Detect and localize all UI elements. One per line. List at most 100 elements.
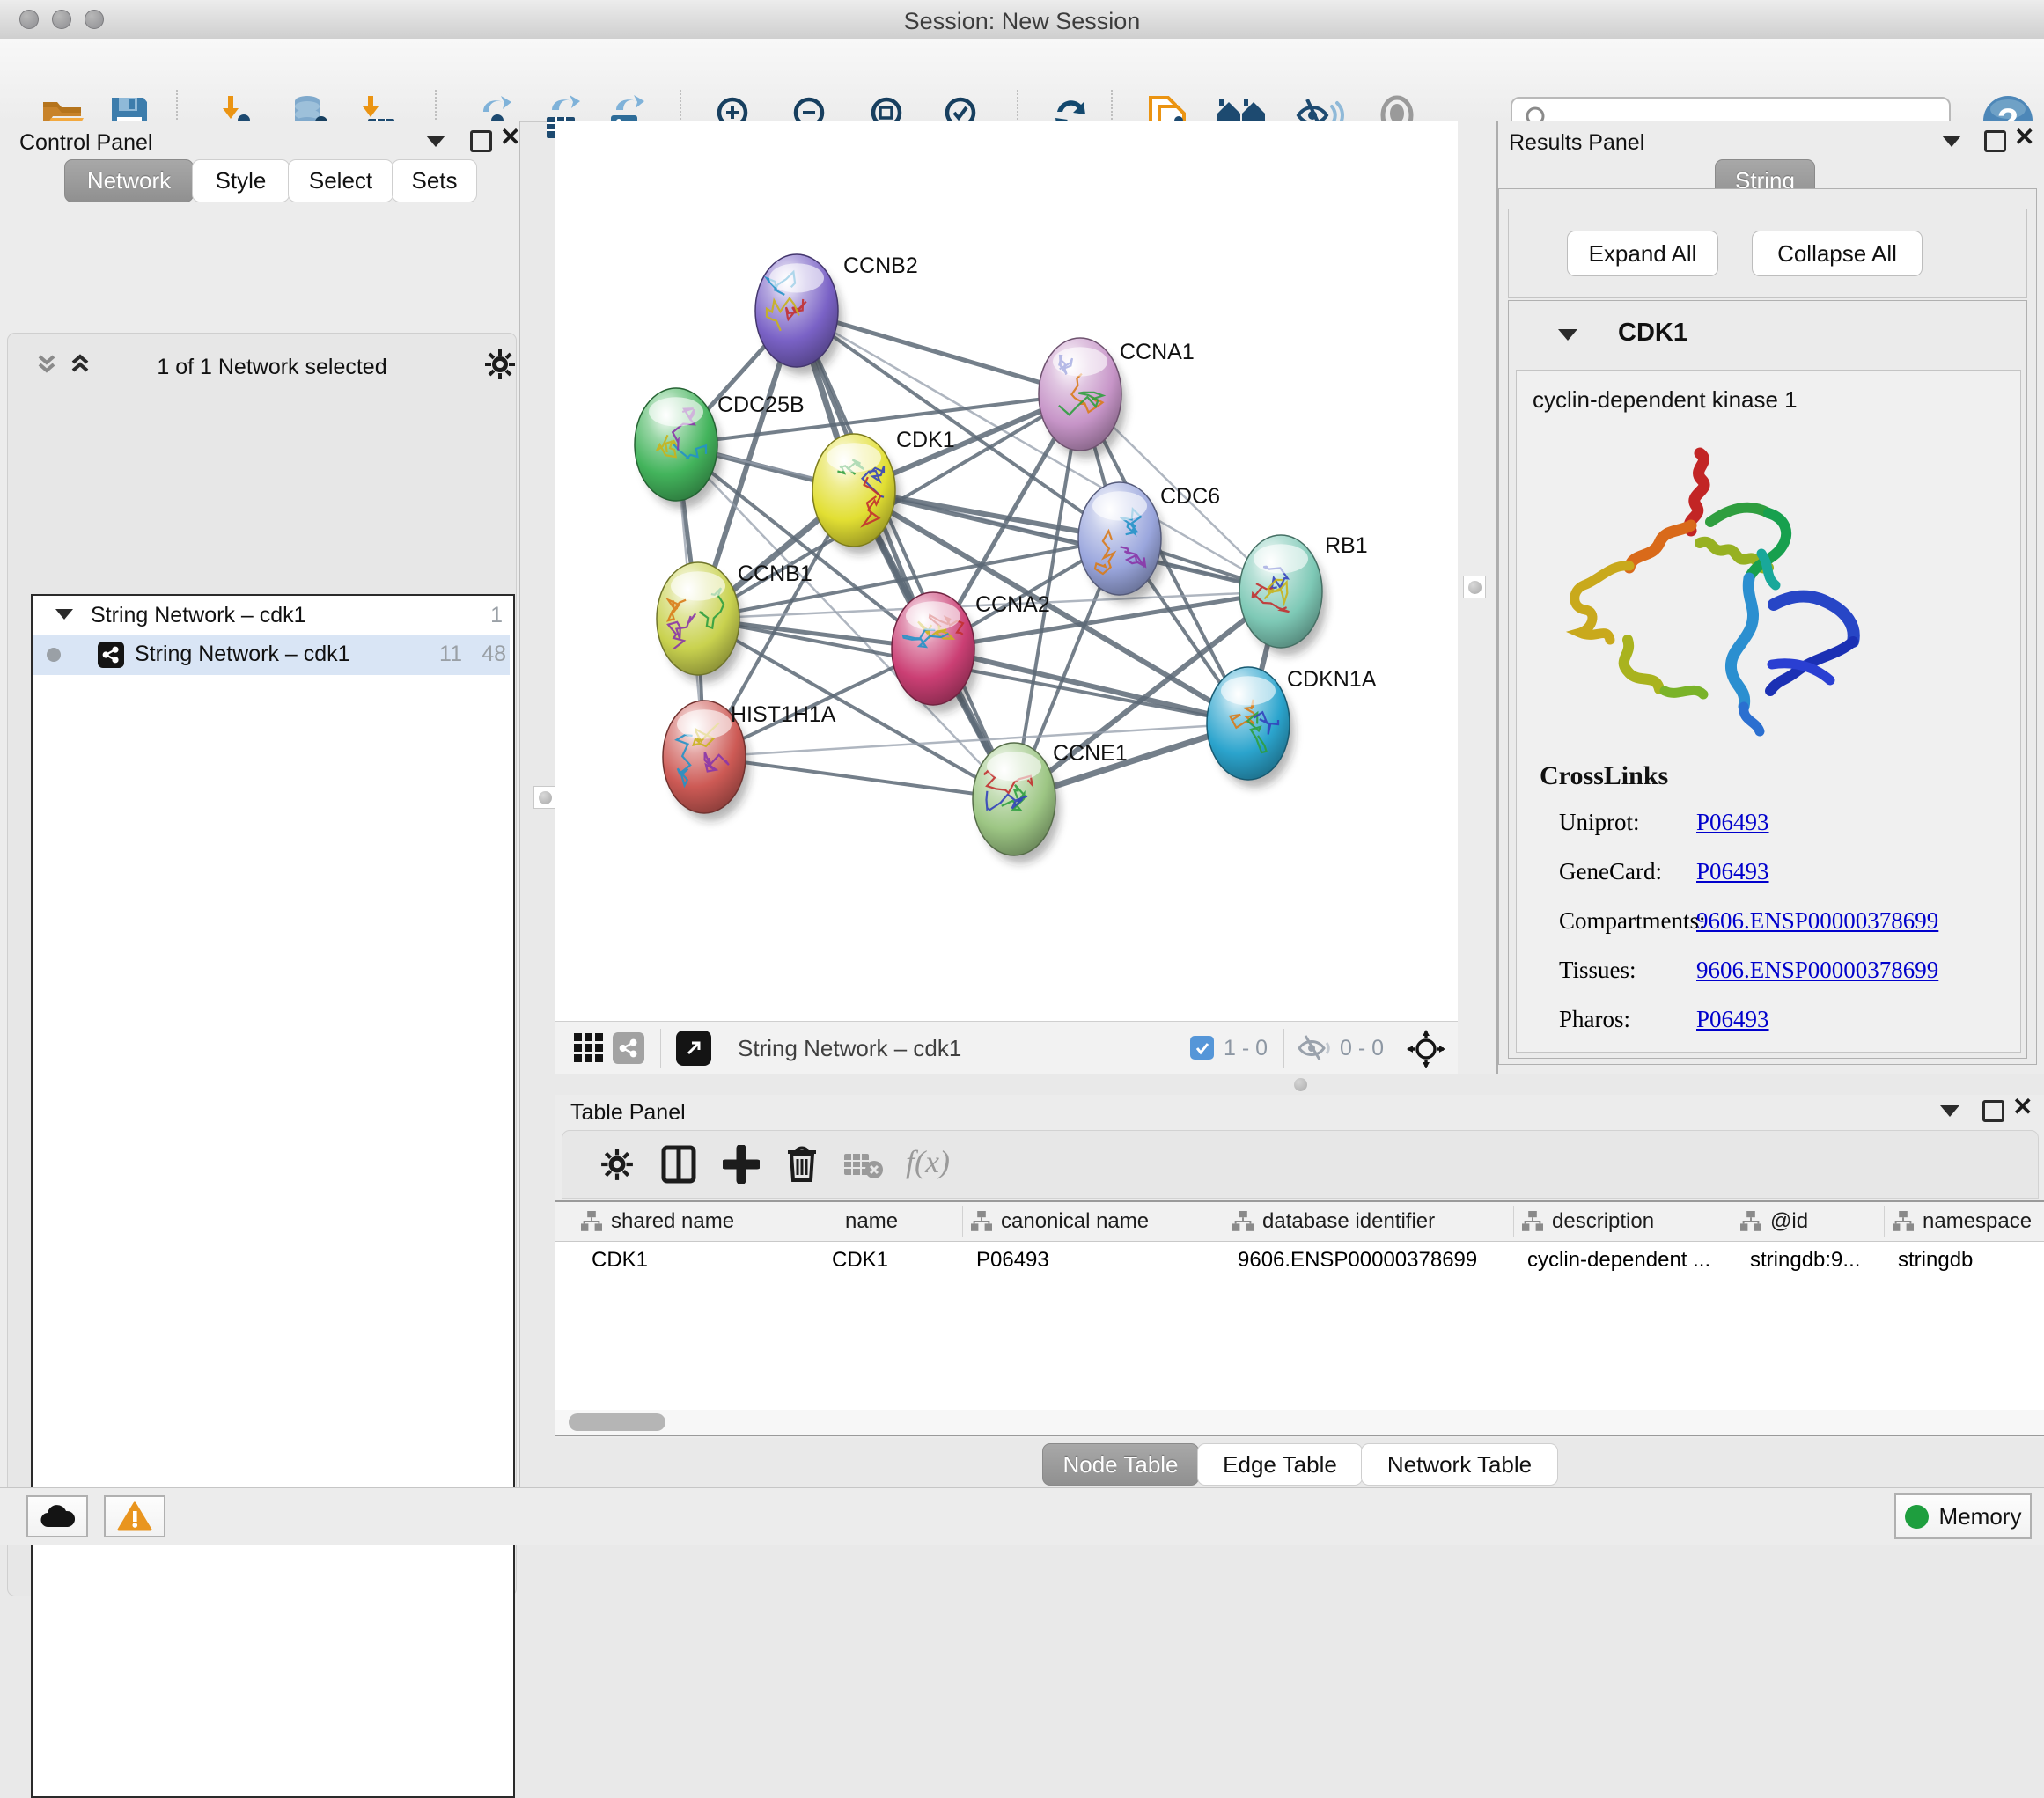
table-horizontal-scrollbar[interactable] (555, 1410, 2044, 1436)
control-panel-menu-icon[interactable] (426, 136, 445, 147)
string-network-icon (98, 642, 124, 668)
network-edge-CCNA2-CDKN1A[interactable] (933, 649, 1248, 723)
protein-detail-box: CDK1 cyclin-dependent kinase 1 (1508, 300, 2027, 1059)
table-panel-close-icon[interactable]: ✕ (2012, 1097, 2033, 1117)
expand-all-button[interactable]: Expand All (1567, 231, 1718, 276)
memory-button[interactable]: Memory (1894, 1493, 2032, 1539)
network-node-CDC6[interactable]: CDC6 (1078, 482, 1220, 603)
horizontal-splitter[interactable] (555, 1074, 2044, 1095)
apply-function-button[interactable]: f(x) (906, 1143, 950, 1180)
table-row[interactable]: CDK1 CDK1 P06493 9606.ENSP00000378699 cy… (555, 1241, 2044, 1281)
add-column-icon[interactable] (723, 1145, 760, 1188)
network-view-canvas[interactable]: CCNB2CCNA1CDC25BCDK1CDC6RB1CCNB1CCNA2CDK… (555, 121, 1458, 1021)
table-settings-gear-icon[interactable] (599, 1147, 635, 1186)
column-header[interactable]: @id (1770, 1209, 1808, 1234)
network-node-RB1[interactable]: RB1 (1239, 533, 1368, 656)
tab-network[interactable]: Network (64, 159, 194, 202)
left-splitter-handle[interactable] (533, 786, 556, 809)
network-node-HIST1H1A[interactable]: HIST1H1A (663, 701, 836, 821)
network-edge-HIST1H1A-CCNE1[interactable] (704, 757, 1014, 799)
current-network-name: String Network – cdk1 (738, 1035, 961, 1062)
tab-sets[interactable]: Sets (392, 159, 477, 202)
network-node-CDKN1A[interactable]: CDKN1A (1207, 667, 1377, 788)
crosslink-genecard-link[interactable]: P06493 (1696, 858, 1769, 885)
memory-status-dot-icon (1905, 1505, 1929, 1529)
column-header[interactable]: database identifier (1262, 1209, 1435, 1234)
vertical-splitter[interactable] (1458, 121, 1496, 1074)
column-header[interactable]: name (845, 1209, 898, 1234)
network-panel-body: 1 of 1 Network selected String Network –… (7, 333, 517, 1596)
node-label-CDC6: CDC6 (1160, 484, 1220, 509)
node-label-CDC25B: CDC25B (717, 393, 805, 417)
network-node-CCNE1[interactable]: CCNE1 (973, 741, 1128, 863)
scrollbar-thumb[interactable] (569, 1413, 665, 1431)
tab-node-table[interactable]: Node Table (1042, 1443, 1199, 1486)
column-header[interactable]: shared name (611, 1209, 734, 1234)
protein-description: cyclin-dependent kinase 1 (1533, 386, 1798, 414)
column-header[interactable]: namespace (1923, 1209, 2032, 1234)
crosslink-pharos-link[interactable]: P06493 (1696, 1006, 1769, 1033)
detach-view-icon[interactable] (676, 1031, 711, 1066)
warnings-button[interactable] (104, 1495, 165, 1537)
results-panel-menu-icon[interactable] (1942, 136, 1961, 147)
clear-table-icon[interactable] (844, 1152, 885, 1185)
tab-style[interactable]: Style (192, 159, 290, 202)
network-thumbnail-icon[interactable] (613, 1032, 644, 1064)
warning-icon (117, 1501, 152, 1531)
network-tree: String Network – cdk1 1 String Network –… (31, 594, 515, 1798)
control-panel-title: Control Panel (19, 130, 152, 156)
crosslink-tissues-link[interactable]: 9606.ENSP00000378699 (1696, 957, 1938, 984)
right-splitter-handle[interactable] (1463, 576, 1486, 598)
hidden-items-eye-slash-icon[interactable] (1296, 1034, 1331, 1067)
node-label-HIST1H1A: HIST1H1A (731, 702, 836, 727)
column-header[interactable]: description (1552, 1209, 1654, 1234)
footer-separator (1283, 1029, 1284, 1068)
selected-checkbox-icon[interactable] (1190, 1036, 1214, 1060)
table-panel-float-icon[interactable] (1982, 1100, 2004, 1122)
network-node-CCNA1[interactable]: CCNA1 (1039, 338, 1195, 459)
tab-select[interactable]: Select (288, 159, 393, 202)
network-row-label: String Network – cdk1 (135, 642, 350, 667)
collection-collapse-icon[interactable] (55, 609, 73, 620)
fit-selected-crosshair-icon[interactable] (1407, 1030, 1445, 1073)
control-panel-float-icon[interactable] (470, 130, 492, 152)
string-results-container: Expand All Collapse All CDK1 cyclin-depe… (1498, 188, 2037, 1065)
network-graph[interactable]: CCNB2CCNA1CDC25BCDK1CDC6RB1CCNB1CCNA2CDK… (555, 121, 1458, 1021)
network-collection-row[interactable]: String Network – cdk1 1 (33, 596, 510, 635)
memory-label: Memory (1939, 1503, 2022, 1530)
crosslink-label: GeneCard: (1559, 858, 1662, 885)
grid-view-icon[interactable] (574, 1033, 604, 1068)
network-node-CCNB1[interactable]: CCNB1 (657, 561, 812, 683)
network-row-selected[interactable]: String Network – cdk1 11 48 (33, 635, 510, 675)
show-columns-icon[interactable] (661, 1145, 696, 1188)
results-panel-title: Results Panel (1509, 130, 1644, 156)
column-header[interactable]: canonical name (1001, 1209, 1149, 1234)
results-panel-close-icon[interactable]: ✕ (2014, 128, 2034, 147)
network-options-gear-icon[interactable] (483, 348, 517, 385)
node-count: 11 (427, 642, 462, 667)
column-type-icon (581, 1211, 602, 1232)
tab-edge-table[interactable]: Edge Table (1197, 1443, 1363, 1486)
control-panel-close-icon[interactable]: ✕ (500, 128, 520, 147)
node-table[interactable]: shared name name canonical name database… (555, 1200, 2044, 1412)
delete-column-trash-icon[interactable] (784, 1143, 820, 1188)
column-type-icon (1232, 1211, 1254, 1232)
main-toolbar: ? (0, 39, 2044, 122)
crosslink-uniprot-link[interactable]: P06493 (1696, 809, 1769, 836)
expand-all-networks-icon[interactable] (34, 353, 59, 380)
crosslink-compartments-link[interactable]: 9606.ENSP00000378699 (1696, 907, 1938, 935)
network-node-CCNB2[interactable]: CCNB2 (755, 253, 918, 375)
crosslink-label: Uniprot: (1559, 809, 1640, 836)
collapse-all-button[interactable]: Collapse All (1752, 231, 1923, 276)
collapse-all-networks-icon[interactable] (68, 353, 92, 380)
splitter-handle-dot[interactable] (1294, 1078, 1307, 1091)
network-node-CCNA2[interactable]: CCNA2 (892, 592, 1050, 713)
column-type-icon (1522, 1211, 1543, 1232)
protein-collapse-icon[interactable] (1558, 329, 1577, 341)
table-panel-menu-icon[interactable] (1940, 1105, 1959, 1117)
window-title: Session: New Session (0, 8, 2044, 35)
cloud-status-button[interactable] (26, 1495, 88, 1537)
results-panel-float-icon[interactable] (1984, 130, 2006, 152)
protein-detail-body: cyclin-dependent kinase 1 (1516, 370, 2021, 1053)
tab-network-table[interactable]: Network Table (1361, 1443, 1558, 1486)
